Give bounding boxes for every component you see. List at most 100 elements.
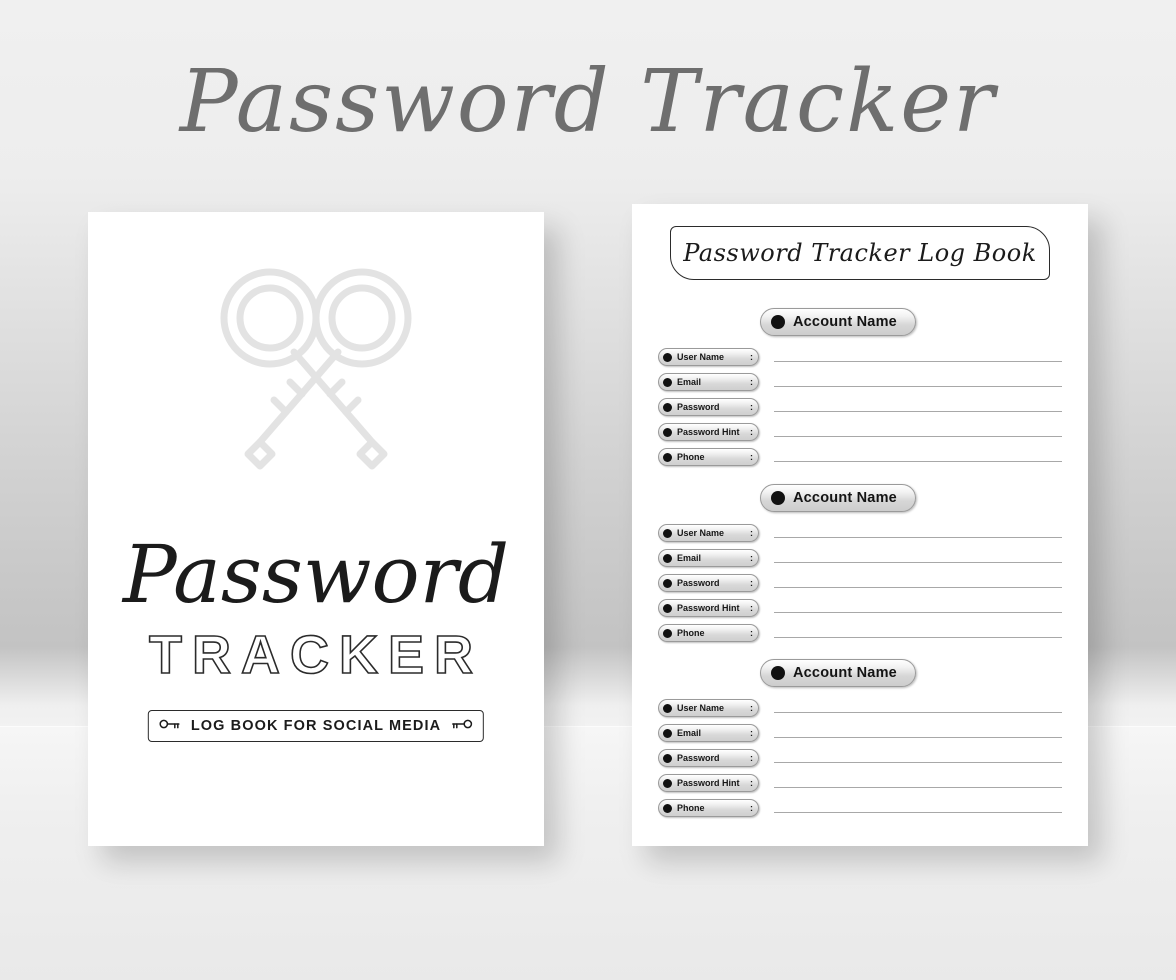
field-row: Email: — [658, 724, 1062, 742]
field-colon: : — [750, 753, 753, 763]
field-row: Password: — [658, 749, 1062, 767]
key-icon — [159, 717, 181, 735]
field-write-line[interactable] — [774, 787, 1062, 788]
cover-subtitle-text: LOG BOOK FOR SOCIAL MEDIA — [190, 718, 442, 734]
field-row: Phone: — [658, 448, 1062, 466]
field-write-line[interactable] — [774, 587, 1062, 588]
field-label: Password — [677, 402, 720, 412]
field-row: Password Hint: — [658, 423, 1062, 441]
field-label: Password Hint — [677, 603, 740, 613]
field-row: Password Hint: — [658, 599, 1062, 617]
field-label: User Name — [677, 352, 725, 362]
field-row: User Name: — [658, 699, 1062, 717]
field-label-pill: Phone: — [658, 624, 759, 642]
field-label-pill: Password Hint: — [658, 599, 759, 617]
account-name-header[interactable]: Account Name — [760, 659, 916, 687]
cover-page: Password TRACKER LOG BOOK FOR SOCIAL MED… — [88, 212, 544, 846]
field-label: Email — [677, 377, 702, 387]
bullet-icon — [771, 666, 785, 680]
bullet-icon — [771, 315, 785, 329]
field-write-line[interactable] — [774, 812, 1062, 813]
bullet-icon — [663, 803, 672, 813]
field-row: Phone: — [658, 624, 1062, 642]
field-colon: : — [750, 578, 753, 588]
field-label: Password Hint — [677, 427, 740, 437]
bullet-icon — [663, 703, 672, 713]
bullet-icon — [663, 603, 672, 613]
account-name-label: Account Name — [793, 665, 897, 681]
field-label-pill: Phone: — [658, 448, 759, 466]
account-name-label: Account Name — [793, 314, 897, 330]
field-write-line[interactable] — [774, 737, 1062, 738]
field-label-pill: Password Hint: — [658, 774, 759, 792]
bullet-icon — [663, 352, 672, 362]
field-label-pill: User Name: — [658, 699, 759, 717]
field-colon: : — [750, 703, 753, 713]
bullet-icon — [663, 578, 672, 588]
cover-outline-title: TRACKER — [148, 624, 483, 686]
field-row: Email: — [658, 373, 1062, 391]
field-colon: : — [750, 553, 753, 563]
cover-subtitle-badge: LOG BOOK FOR SOCIAL MEDIA — [147, 710, 485, 742]
field-colon: : — [750, 452, 753, 462]
field-colon: : — [750, 803, 753, 813]
field-row: Password Hint: — [658, 774, 1062, 792]
field-write-line[interactable] — [774, 461, 1062, 462]
field-write-line[interactable] — [774, 361, 1062, 362]
field-label-pill: Phone: — [658, 799, 759, 817]
field-label: Phone — [677, 452, 705, 462]
field-write-line[interactable] — [774, 386, 1062, 387]
account-name-header[interactable]: Account Name — [760, 308, 916, 336]
bullet-icon — [663, 628, 672, 638]
field-label-pill: Email: — [658, 724, 759, 742]
cover-script-title: Password — [122, 528, 510, 621]
field-label: Password — [677, 753, 720, 763]
logbook-banner: Password Tracker Log Book — [670, 226, 1050, 280]
field-row: Phone: — [658, 799, 1062, 817]
bullet-icon — [663, 427, 672, 437]
crossed-keys-icon — [196, 256, 436, 491]
field-row: User Name: — [658, 348, 1062, 366]
bullet-icon — [663, 753, 672, 763]
bullet-icon — [663, 402, 672, 412]
field-label-pill: Email: — [658, 549, 759, 567]
field-label-pill: Password: — [658, 749, 759, 767]
field-label: Password — [677, 578, 720, 588]
page-title: Password Tracker — [179, 52, 997, 152]
field-write-line[interactable] — [774, 436, 1062, 437]
key-icon — [451, 717, 473, 735]
field-row: Email: — [658, 549, 1062, 567]
field-label-pill: User Name: — [658, 524, 759, 542]
field-write-line[interactable] — [774, 762, 1062, 763]
bullet-icon — [663, 452, 672, 462]
bullet-icon — [663, 728, 672, 738]
field-colon: : — [750, 352, 753, 362]
field-write-line[interactable] — [774, 562, 1062, 563]
field-write-line[interactable] — [774, 411, 1062, 412]
field-label: User Name — [677, 703, 725, 713]
field-label-pill: User Name: — [658, 348, 759, 366]
field-colon: : — [750, 402, 753, 412]
bullet-icon — [663, 377, 672, 387]
field-label: Phone — [677, 628, 705, 638]
field-write-line[interactable] — [774, 612, 1062, 613]
field-colon: : — [750, 728, 753, 738]
logbook-banner-text: Password Tracker Log Book — [683, 239, 1037, 267]
field-row: Password: — [658, 574, 1062, 592]
field-row: User Name: — [658, 524, 1062, 542]
field-label: Email — [677, 728, 702, 738]
bullet-icon — [663, 553, 672, 563]
field-label-pill: Email: — [658, 373, 759, 391]
field-label-pill: Password: — [658, 574, 759, 592]
field-label: Password Hint — [677, 778, 740, 788]
field-colon: : — [750, 628, 753, 638]
field-colon: : — [750, 528, 753, 538]
field-label-pill: Password: — [658, 398, 759, 416]
account-name-label: Account Name — [793, 490, 897, 506]
field-write-line[interactable] — [774, 637, 1062, 638]
field-write-line[interactable] — [774, 537, 1062, 538]
field-label: User Name — [677, 528, 725, 538]
account-name-header[interactable]: Account Name — [760, 484, 916, 512]
field-write-line[interactable] — [774, 712, 1062, 713]
field-colon: : — [750, 377, 753, 387]
